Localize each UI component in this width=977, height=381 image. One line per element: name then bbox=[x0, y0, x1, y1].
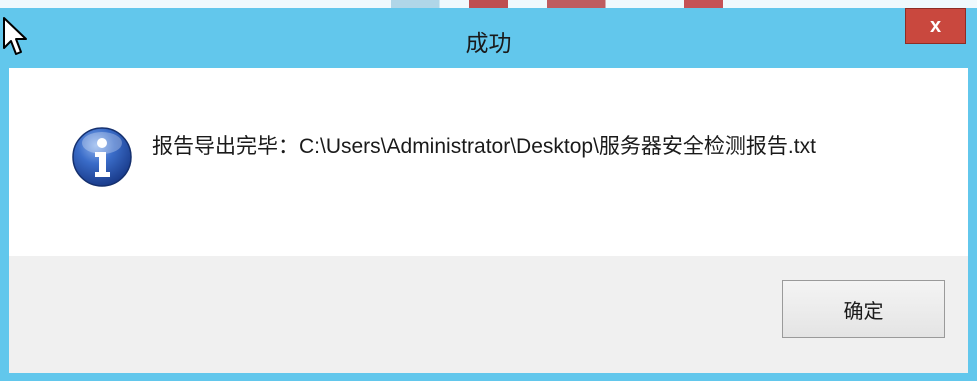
message-area: 报告导出完毕：C:\Users\Administrator\Desktop\服务… bbox=[9, 68, 968, 256]
ok-button[interactable]: 确定 bbox=[782, 280, 945, 338]
dialog-title: 成功 bbox=[465, 31, 512, 57]
background-strip bbox=[0, 0, 977, 8]
close-button[interactable]: x bbox=[905, 8, 966, 44]
dialog-body: 报告导出完毕：C:\Users\Administrator\Desktop\服务… bbox=[9, 68, 968, 373]
message-dialog: 成功 x 报告导出完毕：C:\Users\Administrator\Deskt… bbox=[0, 0, 977, 381]
message-text: 报告导出完毕：C:\Users\Administrator\Desktop\服务… bbox=[152, 135, 816, 158]
info-icon bbox=[72, 127, 132, 187]
button-area: 确定 bbox=[9, 256, 968, 373]
mouse-cursor-icon bbox=[3, 17, 27, 55]
title-bar[interactable]: 成功 x bbox=[0, 8, 977, 68]
close-icon: x bbox=[929, 14, 942, 37]
